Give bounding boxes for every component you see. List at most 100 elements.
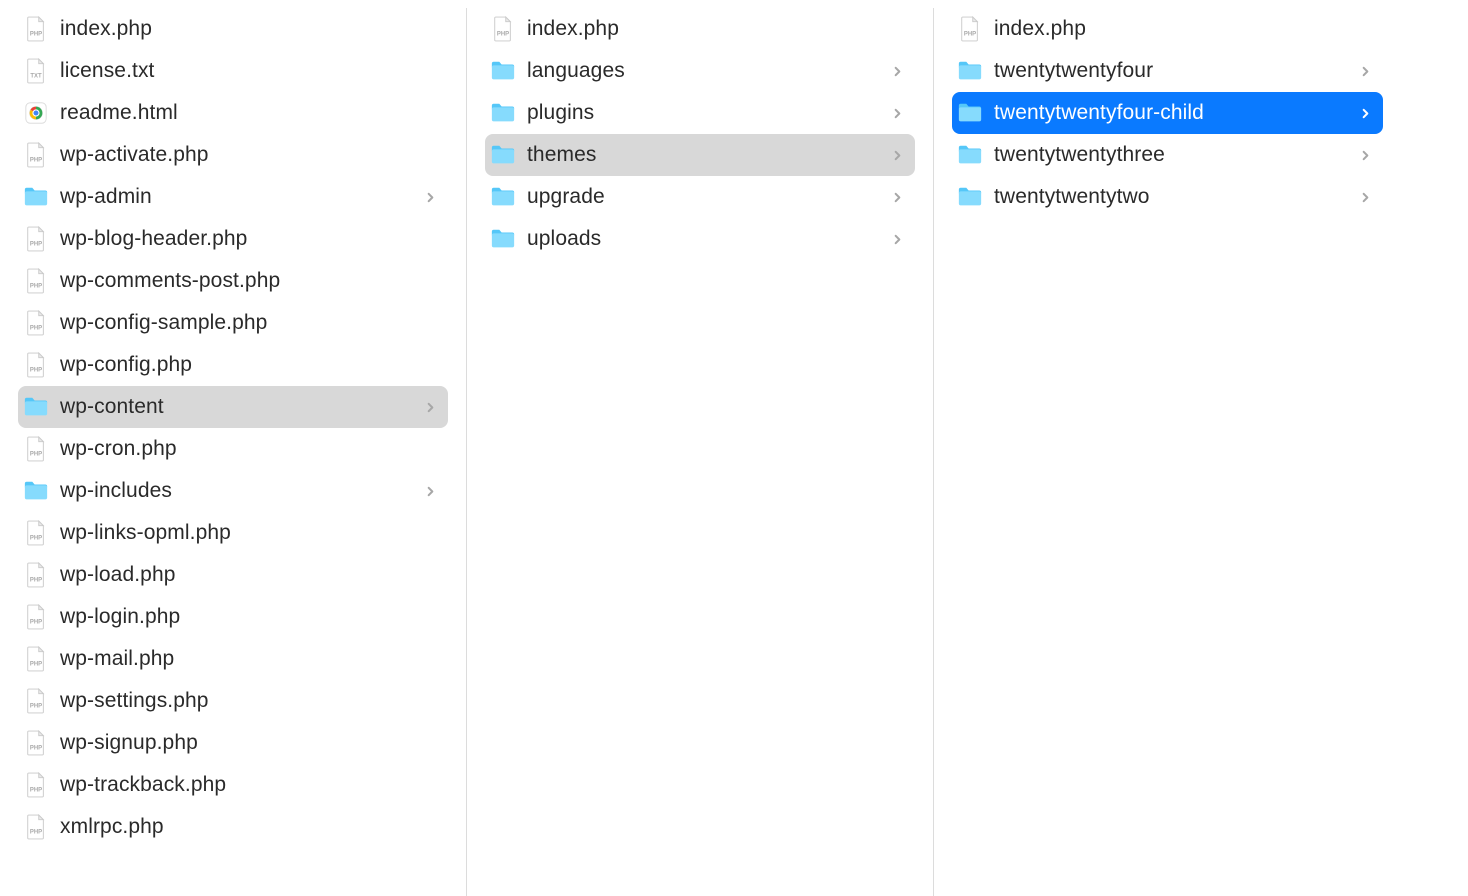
file-row-wp-signup-php[interactable]: PHP wp-signup.php (18, 722, 448, 764)
file-label: readme.html (60, 101, 420, 125)
folder-label: twentytwentyfour (994, 59, 1355, 83)
file-label: wp-activate.php (60, 143, 420, 167)
svg-text:PHP: PHP (30, 157, 42, 163)
folder-row-themes[interactable]: themes (485, 134, 915, 176)
file-label: wp-trackback.php (60, 773, 420, 797)
file-label: wp-settings.php (60, 689, 420, 713)
php-file-icon: PHP (22, 267, 50, 295)
folder-label: uploads (527, 227, 887, 251)
php-file-icon: PHP (22, 729, 50, 757)
file-row-wp-trackback-php[interactable]: PHP wp-trackback.php (18, 764, 448, 806)
php-file-icon: PHP (22, 435, 50, 463)
file-label: wp-links-opml.php (60, 521, 420, 545)
folder-label: themes (527, 143, 887, 167)
folder-row-twentytwentytwo[interactable]: twentytwentytwo (952, 176, 1383, 218)
svg-text:PHP: PHP (30, 325, 42, 331)
folder-icon (489, 99, 517, 127)
folder-icon (956, 183, 984, 211)
file-row-xmlrpc-php[interactable]: PHP xmlrpc.php (18, 806, 448, 848)
finder-column-view: PHP index.php TXT license.txt readme.htm… (0, 0, 1468, 896)
file-row-readme-html[interactable]: readme.html (18, 92, 448, 134)
folder-row-wp-includes[interactable]: wp-includes (18, 470, 448, 512)
php-file-icon: PHP (22, 519, 50, 547)
svg-text:PHP: PHP (30, 241, 42, 247)
file-row-wp-blog-header-php[interactable]: PHP wp-blog-header.php (18, 218, 448, 260)
svg-text:PHP: PHP (30, 535, 42, 541)
php-file-icon: PHP (22, 813, 50, 841)
folder-row-twentytwentythree[interactable]: twentytwentythree (952, 134, 1383, 176)
file-label: index.php (527, 17, 887, 41)
svg-text:PHP: PHP (964, 31, 976, 37)
file-row-wp-links-opml-php[interactable]: PHP wp-links-opml.php (18, 512, 448, 554)
file-label: wp-config-sample.php (60, 311, 420, 335)
file-row-wp-config-sample-php[interactable]: PHP wp-config-sample.php (18, 302, 448, 344)
file-row-wp-settings-php[interactable]: PHP wp-settings.php (18, 680, 448, 722)
folder-icon (956, 57, 984, 85)
php-file-icon: PHP (22, 687, 50, 715)
file-row-wp-login-php[interactable]: PHP wp-login.php (18, 596, 448, 638)
file-label: wp-signup.php (60, 731, 420, 755)
file-row-wp-load-php[interactable]: PHP wp-load.php (18, 554, 448, 596)
folder-row-twentytwentyfour-child[interactable]: twentytwentyfour-child (952, 92, 1383, 134)
file-row-wp-mail-php[interactable]: PHP wp-mail.php (18, 638, 448, 680)
chevron-right-icon (1355, 108, 1375, 119)
file-label: xmlrpc.php (60, 815, 420, 839)
file-row-wp-config-php[interactable]: PHP wp-config.php (18, 344, 448, 386)
file-label: wp-login.php (60, 605, 420, 629)
folder-row-uploads[interactable]: uploads (485, 218, 915, 260)
folder-label: upgrade (527, 185, 887, 209)
php-file-icon: PHP (22, 309, 50, 337)
file-label: index.php (994, 17, 1355, 41)
chevron-right-icon (420, 192, 440, 203)
svg-text:PHP: PHP (30, 283, 42, 289)
folder-row-wp-admin[interactable]: wp-admin (18, 176, 448, 218)
folder-row-wp-content[interactable]: wp-content (18, 386, 448, 428)
folder-label: twentytwentythree (994, 143, 1355, 167)
folder-label: twentytwentytwo (994, 185, 1355, 209)
txt-file-icon: TXT (22, 57, 50, 85)
folder-icon (956, 141, 984, 169)
chevron-right-icon (887, 66, 907, 77)
file-row-index-php[interactable]: PHP index.php (952, 8, 1383, 50)
file-label: wp-load.php (60, 563, 420, 587)
php-file-icon: PHP (489, 15, 517, 43)
php-file-icon: PHP (22, 15, 50, 43)
folder-icon (489, 141, 517, 169)
chevron-right-icon (1355, 192, 1375, 203)
svg-text:PHP: PHP (30, 787, 42, 793)
php-file-icon: PHP (956, 15, 984, 43)
svg-text:PHP: PHP (30, 451, 42, 457)
php-file-icon: PHP (22, 603, 50, 631)
svg-text:TXT: TXT (30, 73, 42, 79)
file-label: wp-mail.php (60, 647, 420, 671)
chevron-right-icon (1355, 66, 1375, 77)
folder-label: wp-content (60, 395, 420, 419)
svg-text:PHP: PHP (30, 577, 42, 583)
folder-row-plugins[interactable]: plugins (485, 92, 915, 134)
folder-row-languages[interactable]: languages (485, 50, 915, 92)
file-row-wp-comments-post-php[interactable]: PHP wp-comments-post.php (18, 260, 448, 302)
folder-icon (489, 57, 517, 85)
html-file-icon (22, 99, 50, 127)
column-0: PHP index.php TXT license.txt readme.htm… (0, 8, 467, 896)
php-file-icon: PHP (22, 141, 50, 169)
svg-text:PHP: PHP (30, 703, 42, 709)
folder-icon (22, 183, 50, 211)
folder-row-twentytwentyfour[interactable]: twentytwentyfour (952, 50, 1383, 92)
chevron-right-icon (887, 108, 907, 119)
file-label: license.txt (60, 59, 420, 83)
svg-text:PHP: PHP (30, 745, 42, 751)
svg-text:PHP: PHP (30, 661, 42, 667)
chevron-right-icon (887, 150, 907, 161)
file-label: wp-comments-post.php (60, 269, 420, 293)
folder-label: wp-admin (60, 185, 420, 209)
file-row-index-php[interactable]: PHP index.php (18, 8, 448, 50)
file-row-index-php[interactable]: PHP index.php (485, 8, 915, 50)
svg-text:PHP: PHP (30, 829, 42, 835)
file-row-wp-cron-php[interactable]: PHP wp-cron.php (18, 428, 448, 470)
file-row-wp-activate-php[interactable]: PHP wp-activate.php (18, 134, 448, 176)
svg-text:PHP: PHP (30, 367, 42, 373)
folder-row-upgrade[interactable]: upgrade (485, 176, 915, 218)
file-row-license-txt[interactable]: TXT license.txt (18, 50, 448, 92)
chevron-right-icon (887, 192, 907, 203)
